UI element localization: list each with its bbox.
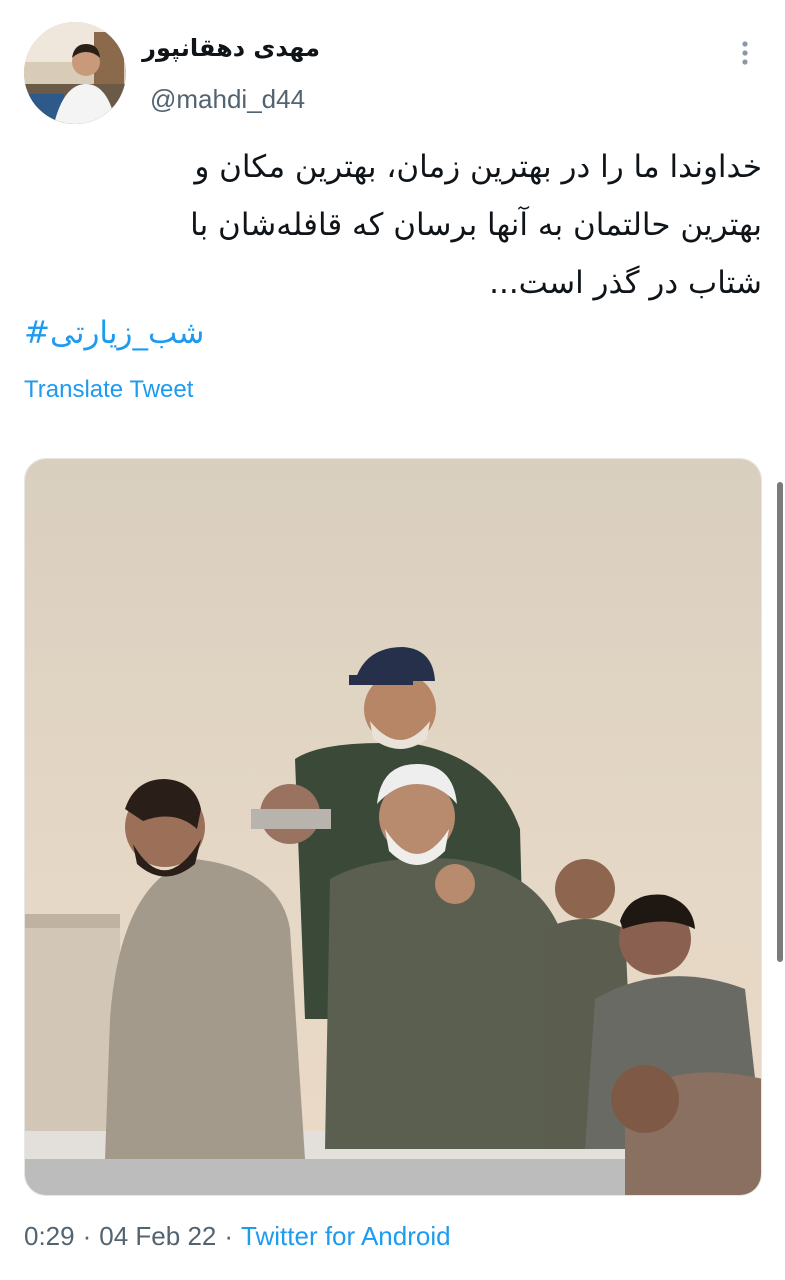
more-vertical-icon[interactable] (730, 36, 760, 70)
tweet-text-line: بهترین حالتمان به آنها برسان که قافله‌شا… (190, 207, 762, 243)
translate-tweet-link[interactable]: Translate Tweet (24, 376, 193, 404)
tweet-text-line: خداوندا ما را در بهترین زمان، بهترین مکا… (194, 149, 762, 185)
tweet-date[interactable]: 04 Feb 22 (99, 1221, 216, 1251)
display-name[interactable]: مهدی دهقانپور (142, 34, 320, 62)
meta-separator: · (224, 1221, 234, 1251)
tweet-text-line: شتاب در گذر است... (489, 265, 762, 301)
tweet-text: خداوندا ما را در بهترین زمان، بهترین مکا… (24, 138, 762, 312)
tweet-card: مهدی دهقانپور @mahdi_d44 خداوندا ما را د… (0, 0, 785, 1280)
tweet-meta: 0:29 · 04 Feb 22 · Twitter for Android (24, 1221, 451, 1252)
hashtag-link[interactable]: شب_زیارتی# (24, 308, 204, 358)
meta-separator: · (82, 1221, 92, 1251)
tweet-photo[interactable] (24, 458, 762, 1196)
avatar[interactable] (24, 22, 126, 124)
user-handle[interactable]: @mahdi_d44 (150, 84, 305, 115)
scrollbar[interactable] (777, 482, 783, 962)
tweet-source-link[interactable]: Twitter for Android (241, 1221, 451, 1251)
tweet-time[interactable]: 0:29 (24, 1221, 75, 1251)
